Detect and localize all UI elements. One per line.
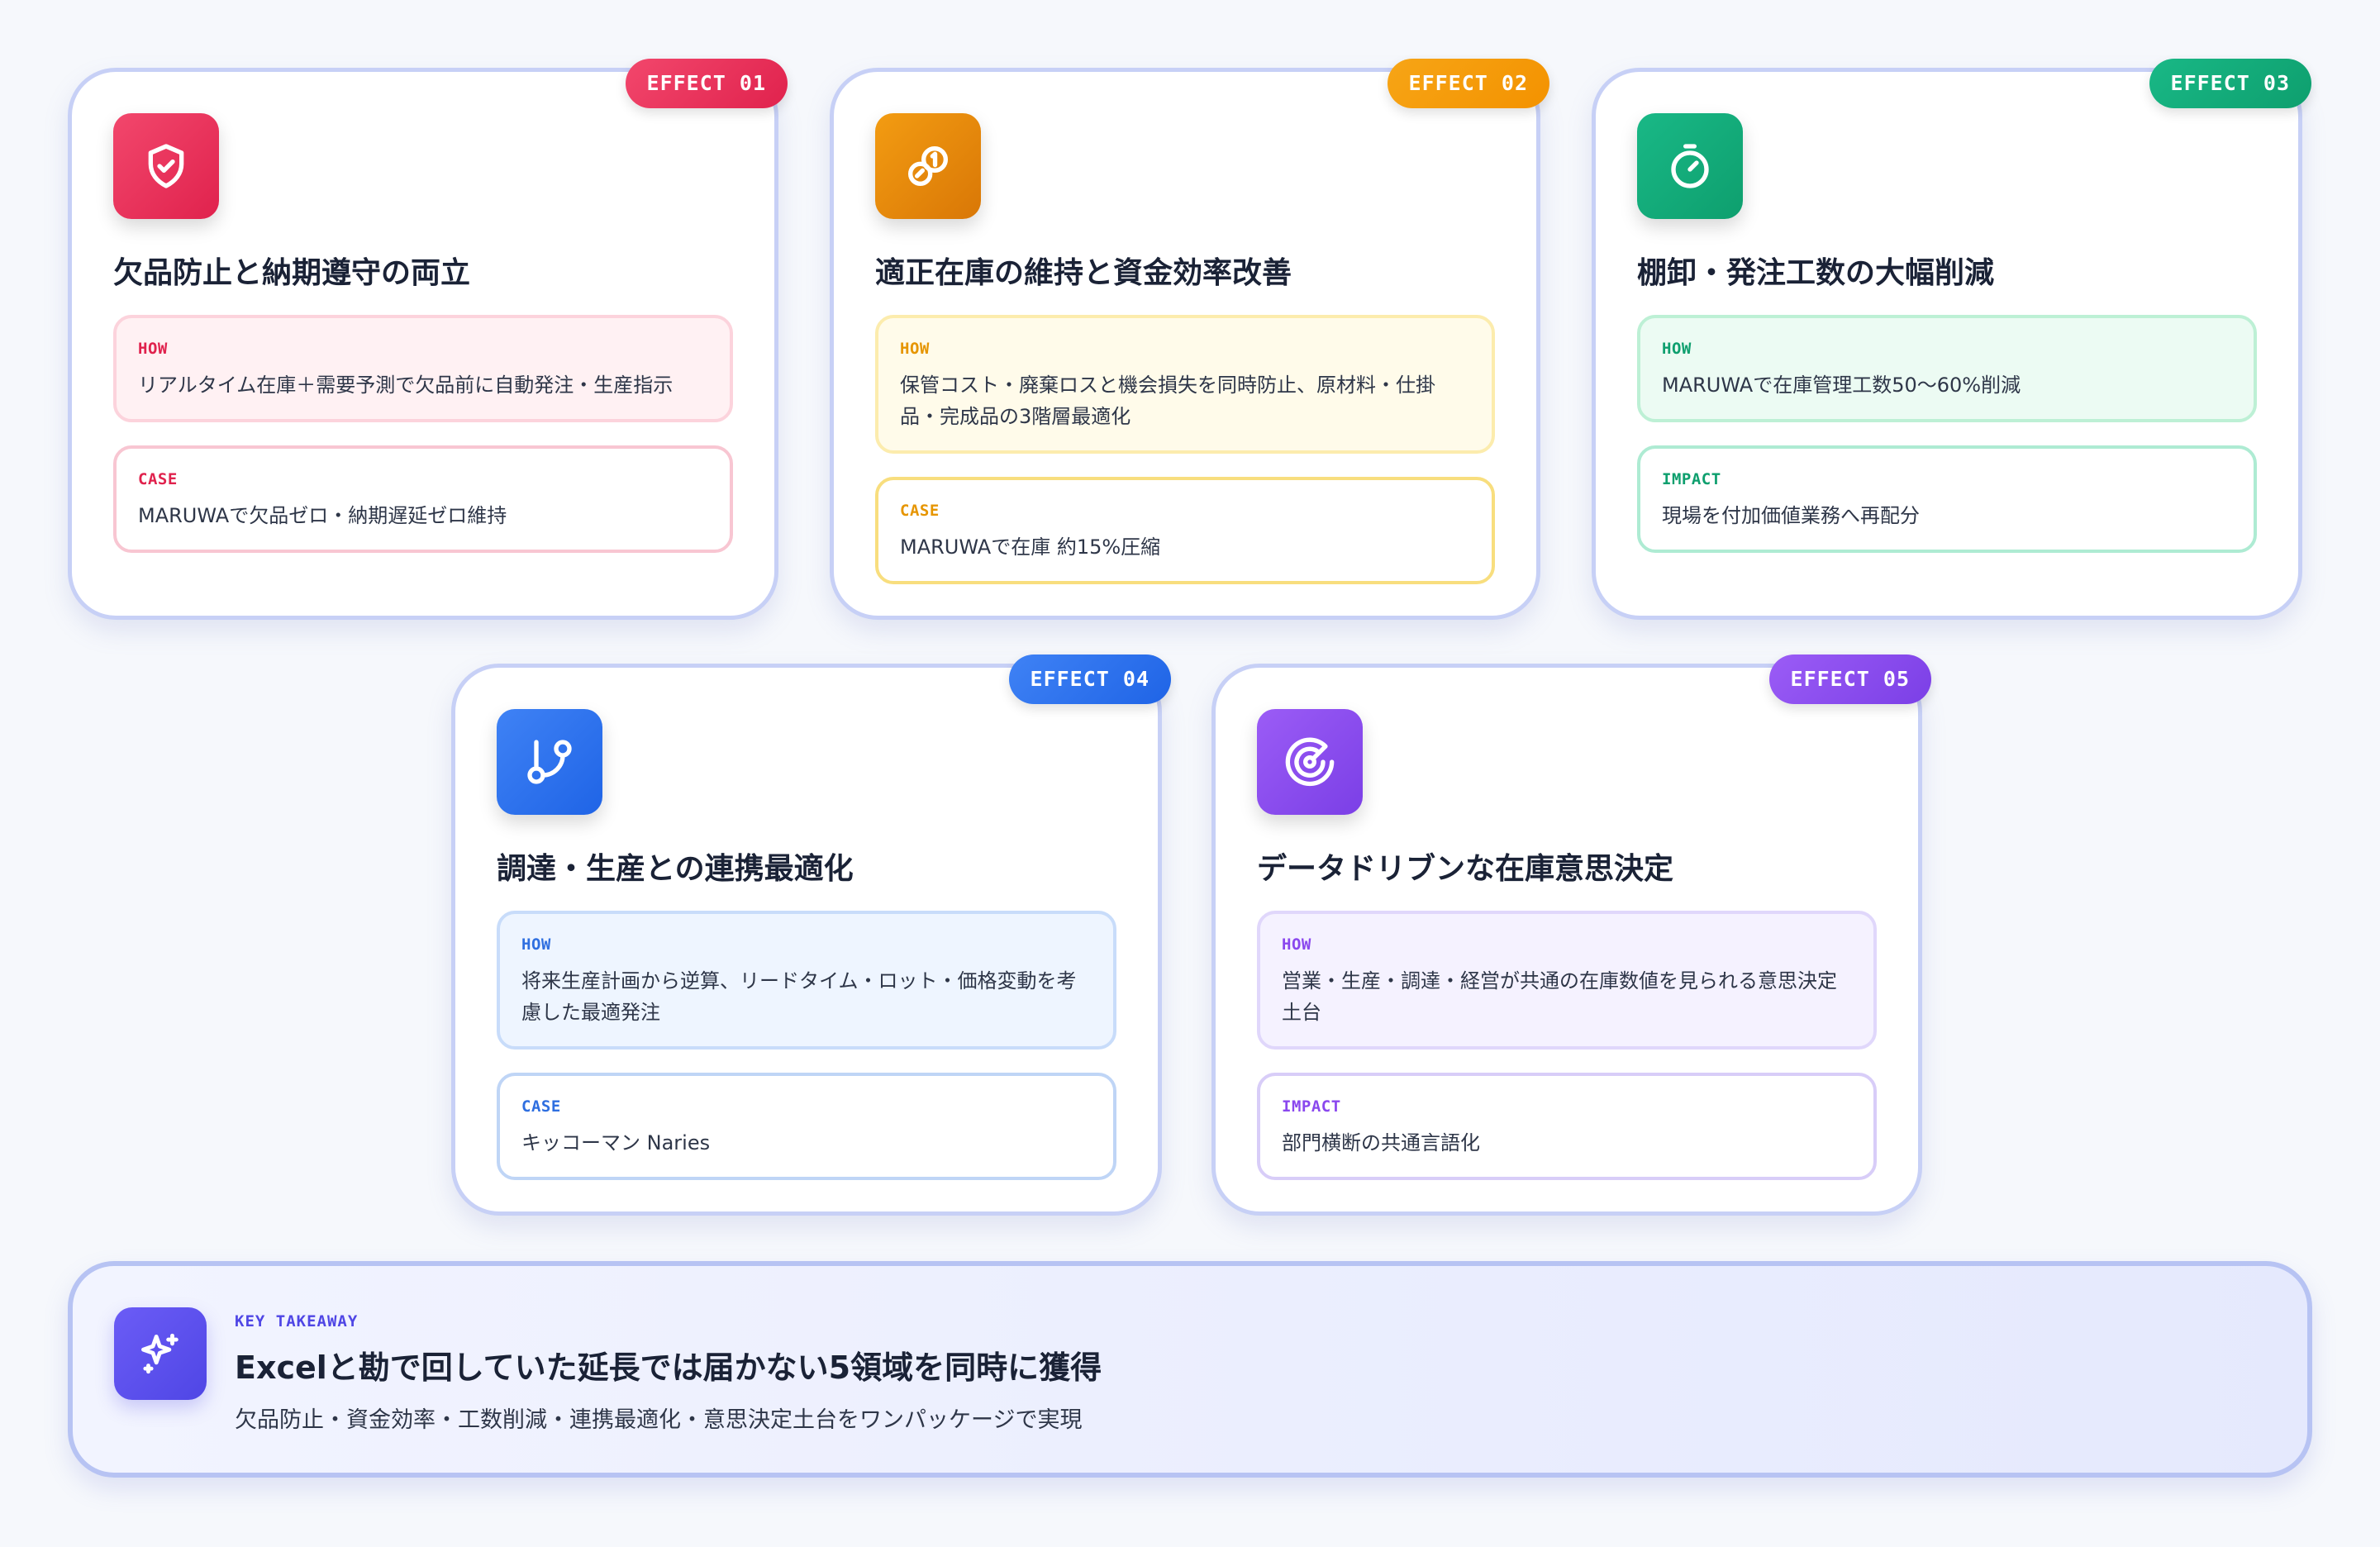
- card-title: 適正在庫の維持と資金効率改善: [875, 256, 1292, 290]
- box-text: 将来生産計画から逆算、リードタイム・ロット・価格変動を考慮した最適発注: [521, 969, 1077, 1024]
- how-box: HOW MARUWAで在庫管理工数50〜60%削減: [1637, 315, 2257, 422]
- radar-icon: [1257, 709, 1363, 815]
- effect-badge: EFFECT 04: [1008, 654, 1171, 704]
- case-box: CASE キッコーマン Naries: [497, 1073, 1116, 1180]
- effect-card-02: EFFECT 02 適正在庫の維持と資金効率改善 HOW 保管コスト・廃棄ロスと…: [830, 59, 1549, 620]
- effect-card-01: EFFECT 01 欠品防止と納期遵守の両立 HOW リアルタイム在庫＋需要予測…: [68, 59, 788, 620]
- effect-badge: EFFECT 01: [625, 59, 788, 108]
- impact-box: IMPACT 部門横断の共通言語化: [1257, 1073, 1877, 1180]
- box-text: 営業・生産・調達・経営が共通の在庫数値を見られる意思決定土台: [1282, 969, 1837, 1024]
- box-text: リアルタイム在庫＋需要予測で欠品前に自動発注・生産指示: [138, 374, 674, 397]
- shield-check-icon: [113, 113, 219, 219]
- box-label: HOW: [138, 340, 168, 358]
- how-box: HOW リアルタイム在庫＋需要予測で欠品前に自動発注・生産指示: [113, 315, 733, 422]
- box-label: CASE: [521, 1097, 561, 1116]
- how-box: HOW 将来生産計画から逆算、リードタイム・ロット・価格変動を考慮した最適発注: [497, 911, 1116, 1050]
- box-label: CASE: [900, 502, 940, 520]
- card-title: データドリブンな在庫意思決定: [1257, 852, 1674, 886]
- takeaway-subtitle: 欠品防止・資金効率・工数削減・連携最適化・意思決定土台をワンパッケージで実現: [235, 1407, 1083, 1433]
- impact-box: IMPACT 現場を付加価値業務へ再配分: [1637, 445, 2257, 553]
- effect-card-04: EFFECT 04 調達・生産との連携最適化 HOW 将来生産計画から逆算、リー…: [451, 654, 1171, 1216]
- case-box: CASE MARUWAで在庫 約15%圧縮: [875, 477, 1495, 584]
- effect-badge: EFFECT 02: [1387, 59, 1549, 108]
- box-text: 部門横断の共通言語化: [1282, 1131, 1480, 1154]
- box-label: CASE: [138, 470, 178, 488]
- takeaway-label: KEY TAKEAWAY: [235, 1312, 359, 1330]
- box-label: HOW: [900, 340, 930, 358]
- key-takeaway-panel: KEY TAKEAWAY Excelと勘で回していた延長では届かない5領域を同時…: [68, 1261, 2312, 1478]
- coins-icon: [875, 113, 981, 219]
- how-box: HOW 保管コスト・廃棄ロスと機会損失を同時防止、原材料・仕掛品・完成品の3階層…: [875, 315, 1495, 454]
- takeaway-title: Excelと勘で回していた延長では届かない5領域を同時に獲得: [235, 1349, 1102, 1386]
- box-text: 現場を付加価値業務へ再配分: [1662, 504, 1920, 527]
- sparkles-icon: [114, 1307, 207, 1400]
- stopwatch-icon: [1637, 113, 1743, 219]
- effect-badge: EFFECT 05: [1768, 654, 1931, 704]
- box-text: MARUWAで在庫 約15%圧縮: [900, 536, 1161, 559]
- box-label: IMPACT: [1662, 470, 1721, 488]
- box-text: MARUWAで在庫管理工数50〜60%削減: [1662, 374, 2021, 397]
- box-text: 保管コスト・廃棄ロスと機会損失を同時防止、原材料・仕掛品・完成品の3階層最適化: [900, 374, 1435, 428]
- box-label: HOW: [1662, 340, 1692, 358]
- card-title: 欠品防止と納期遵守の両立: [113, 256, 471, 290]
- how-box: HOW 営業・生産・調達・経営が共通の在庫数値を見られる意思決定土台: [1257, 911, 1877, 1050]
- card-title: 調達・生産との連携最適化: [497, 852, 854, 886]
- box-text: MARUWAで欠品ゼロ・納期遅延ゼロ維持: [138, 504, 507, 527]
- effect-badge: EFFECT 03: [2149, 59, 2311, 108]
- box-label: HOW: [1282, 935, 1311, 954]
- box-label: IMPACT: [1282, 1097, 1341, 1116]
- case-box: CASE MARUWAで欠品ゼロ・納期遅延ゼロ維持: [113, 445, 733, 553]
- card-title: 棚卸・発注工数の大幅削減: [1637, 256, 1995, 290]
- box-label: HOW: [521, 935, 551, 954]
- git-branch-icon: [497, 709, 602, 815]
- box-text: キッコーマン Naries: [521, 1131, 711, 1154]
- effect-card-05: EFFECT 05 データドリブンな在庫意思決定 HOW 営業・生産・調達・経営…: [1211, 654, 1931, 1216]
- effect-card-03: EFFECT 03 棚卸・発注工数の大幅削減 HOW MARUWAで在庫管理工数…: [1592, 59, 2311, 620]
